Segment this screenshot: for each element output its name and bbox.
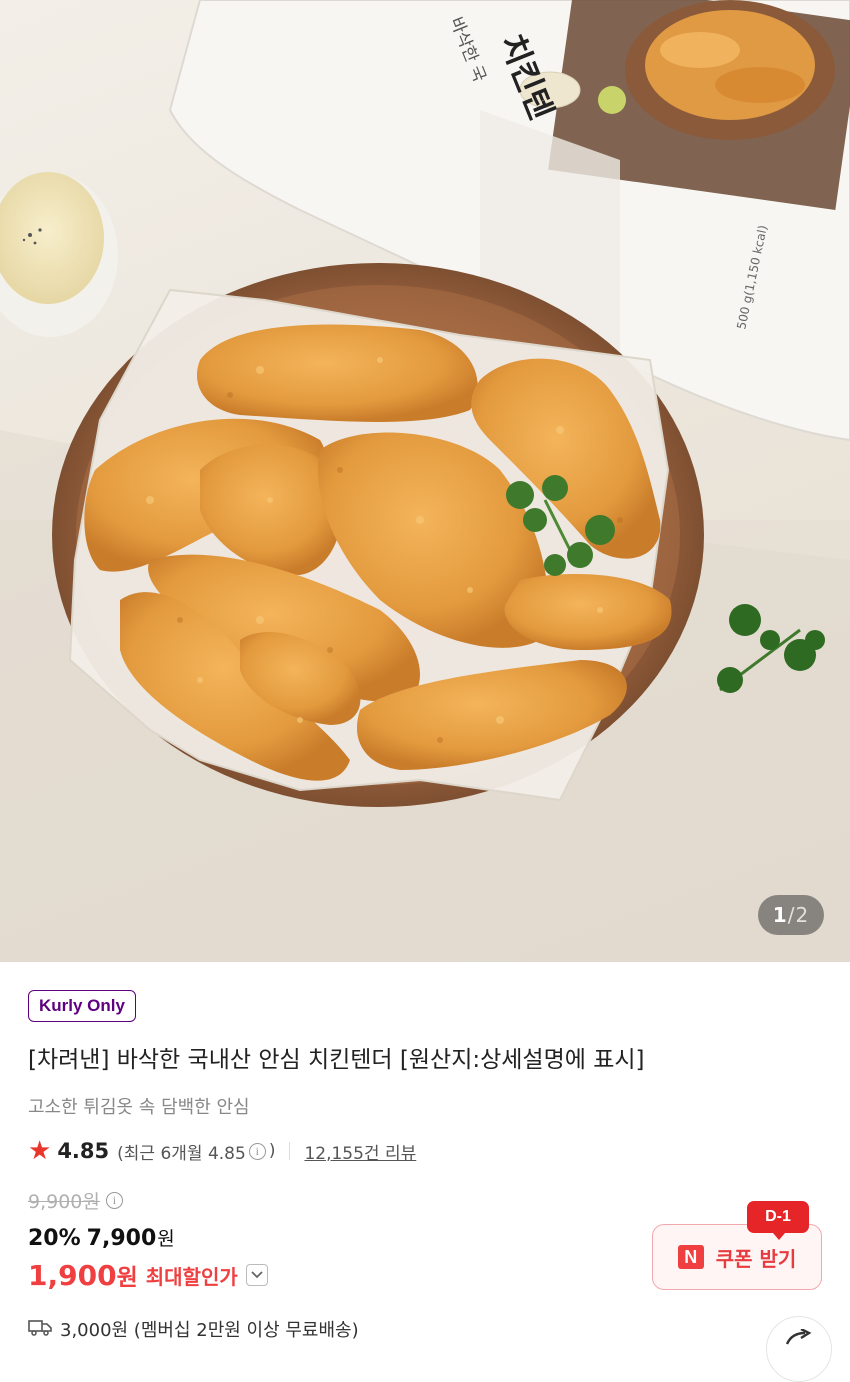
sauce-bowl — [0, 172, 118, 337]
dday-badge: D-1 — [747, 1201, 809, 1240]
product-image[interactable]: 치킨텐 바삭한 국 500 g(1,150 kcal) 1 / 2 — [0, 0, 850, 962]
rating-value: 4.85 — [57, 1139, 110, 1163]
image-counter-total: 2 — [795, 903, 810, 927]
max-discount-unit: 원 — [116, 1265, 138, 1291]
image-counter-separator: / — [787, 903, 796, 927]
max-discount-label: 최대할인가 — [145, 1264, 238, 1289]
naver-n-icon: N — [677, 1245, 704, 1269]
star-icon: ★ — [28, 1136, 52, 1166]
divider — [289, 1142, 291, 1160]
sale-price-unit: 원 — [157, 1228, 175, 1250]
delivery-row: 3,000원 (멤버십 2만원 이상 무료배송) — [28, 1316, 359, 1342]
max-discount-row[interactable]: 1,900 원 최대할인가 — [28, 1258, 268, 1292]
delivery-info: 3,000원 (멤버십 2만원 이상 무료배송) — [60, 1320, 359, 1341]
product-title: [차려낸] 바삭한 국내산 안심 치킨텐더 [원산지:상세설명에 표시] — [28, 1047, 645, 1073]
coupon-button[interactable]: N 쿠폰 받기 — [652, 1224, 822, 1290]
rating-row: ★ 4.85 (최근 6개월 4.85 i ) 12,155건 리뷰 — [28, 1136, 416, 1166]
price-info-icon[interactable]: i — [105, 1192, 123, 1209]
chevron-down-icon[interactable] — [245, 1264, 268, 1286]
review-count-link[interactable]: 12,155건 리뷰 — [304, 1139, 416, 1164]
discount-rate: 20% — [28, 1226, 81, 1251]
sale-price: 7,900 — [86, 1226, 157, 1251]
truck-icon — [28, 1318, 52, 1340]
recent-rating-close: ) — [268, 1141, 276, 1161]
original-price-row: 9,900원 i — [28, 1187, 126, 1214]
image-counter: 1 / 2 — [758, 895, 824, 935]
recent-rating: (최근 6개월 4.85 i ) — [117, 1139, 275, 1164]
image-counter-current: 1 — [772, 903, 788, 927]
recent-rating-text: (최근 6개월 4.85 — [117, 1143, 246, 1164]
original-price: 9,900원 — [28, 1191, 100, 1213]
kurly-only-badge: Kurly Only — [28, 990, 136, 1022]
info-icon[interactable]: i — [248, 1142, 266, 1160]
sale-price-row: 20% 7,900 원 — [28, 1224, 175, 1251]
max-discount-price: 1,900 — [28, 1258, 117, 1292]
share-icon — [785, 1327, 813, 1349]
coupon-button-label: 쿠폰 받기 — [715, 1246, 797, 1271]
product-subtitle: 고소한 튀김옷 속 담백한 안심 — [28, 1097, 250, 1118]
share-button[interactable] — [766, 1316, 832, 1382]
product-photo: 치킨텐 바삭한 국 500 g(1,150 kcal) — [0, 0, 850, 962]
